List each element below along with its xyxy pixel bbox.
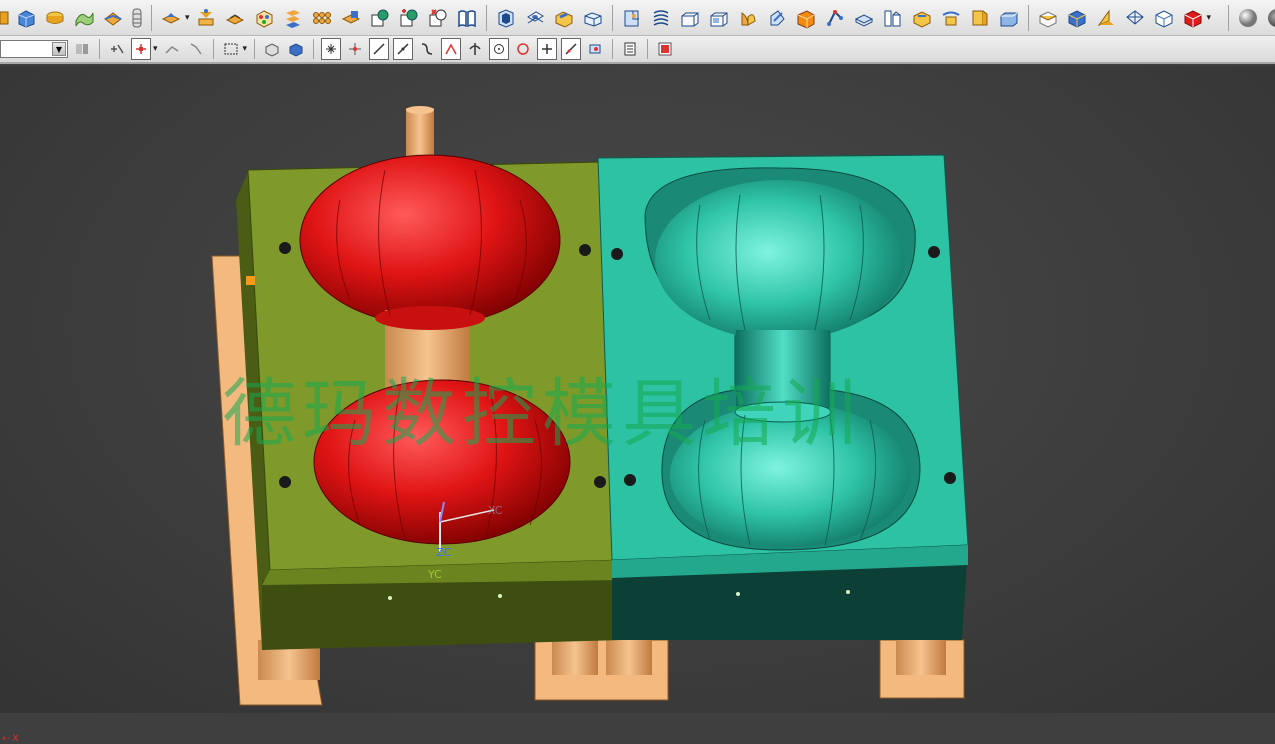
mirror-icon[interactable] bbox=[251, 5, 277, 31]
boss-icon[interactable] bbox=[580, 5, 606, 31]
intersection-icon[interactable] bbox=[465, 38, 485, 60]
pattern-icon[interactable] bbox=[222, 5, 248, 31]
view-icon[interactable] bbox=[1151, 5, 1177, 31]
select-box-icon[interactable] bbox=[221, 38, 241, 60]
cylinder-icon[interactable] bbox=[42, 5, 68, 31]
extrude-icon[interactable] bbox=[158, 5, 184, 31]
toolbar-separator bbox=[485, 4, 487, 31]
toolbar-separator bbox=[611, 4, 613, 31]
mold-assembly-model[interactable] bbox=[0, 66, 1275, 713]
trim-icon[interactable] bbox=[338, 5, 364, 31]
toolbar-separator bbox=[612, 39, 614, 59]
face-icon[interactable] bbox=[186, 38, 206, 60]
point-icon[interactable] bbox=[131, 38, 151, 60]
hole-icon[interactable] bbox=[522, 5, 548, 31]
pad-icon[interactable] bbox=[648, 5, 674, 31]
endpoint-icon[interactable] bbox=[321, 38, 342, 60]
yc-label: YC bbox=[428, 568, 442, 581]
filter-icon[interactable] bbox=[72, 38, 92, 60]
edge-blend-icon[interactable] bbox=[735, 5, 761, 31]
wedge-icon[interactable] bbox=[967, 5, 993, 31]
unite-icon[interactable] bbox=[367, 5, 393, 31]
chevron-down-icon[interactable]: ▾ bbox=[185, 13, 190, 23]
chamfer-icon[interactable] bbox=[764, 5, 790, 31]
selection-toolbar: ▼ ▾ ▾ bbox=[0, 36, 1275, 64]
toolbar-separator bbox=[151, 4, 152, 31]
wrap-icon[interactable] bbox=[851, 5, 877, 31]
box-icon[interactable] bbox=[938, 5, 964, 31]
material-icon[interactable] bbox=[1122, 5, 1148, 31]
plus-icon[interactable] bbox=[537, 38, 558, 60]
feature-icon[interactable] bbox=[0, 5, 10, 31]
scale-icon[interactable] bbox=[822, 5, 848, 31]
color-icon[interactable] bbox=[585, 38, 605, 60]
chevron-down-icon[interactable]: ▾ bbox=[153, 44, 158, 54]
pocket-icon[interactable] bbox=[619, 5, 645, 31]
toolbar-separator bbox=[99, 39, 100, 59]
xc-label: XC bbox=[488, 504, 503, 517]
patch-icon[interactable] bbox=[996, 5, 1022, 31]
toolbar-separator bbox=[1027, 4, 1029, 31]
groove-icon[interactable] bbox=[677, 5, 703, 31]
sew-icon[interactable] bbox=[100, 5, 126, 31]
toolbar-separator bbox=[313, 39, 315, 59]
body-icon[interactable] bbox=[262, 38, 282, 60]
solid-icon[interactable] bbox=[286, 38, 306, 60]
split-icon[interactable] bbox=[880, 5, 906, 31]
line-icon[interactable] bbox=[369, 38, 390, 60]
arc-icon[interactable] bbox=[393, 38, 414, 60]
offset-icon[interactable] bbox=[309, 5, 335, 31]
x-axis-letter: X bbox=[12, 734, 19, 744]
array-icon[interactable] bbox=[280, 5, 306, 31]
triad-axes bbox=[439, 501, 494, 552]
toolbar-separator bbox=[647, 39, 649, 59]
quadrant-icon[interactable] bbox=[417, 38, 437, 60]
slot-icon[interactable] bbox=[551, 5, 577, 31]
center-icon[interactable] bbox=[441, 38, 462, 60]
sphere-shade-icon[interactable] bbox=[1235, 5, 1261, 31]
shaded-icon[interactable] bbox=[1035, 5, 1061, 31]
subtract-icon[interactable] bbox=[396, 5, 422, 31]
curve-icon[interactable] bbox=[162, 38, 182, 60]
block-icon[interactable] bbox=[13, 5, 39, 31]
main-toolbar: ▾ ▾ ▾ bbox=[0, 0, 1275, 36]
shell-icon[interactable] bbox=[493, 5, 519, 31]
toolbar-separator bbox=[254, 39, 256, 59]
type-filter-dropdown[interactable]: ▼ bbox=[0, 40, 68, 58]
revolve-icon[interactable] bbox=[193, 5, 219, 31]
chevron-down-icon[interactable]: ▾ bbox=[1207, 13, 1212, 23]
layer-icon[interactable] bbox=[620, 38, 640, 60]
sphere-icon[interactable] bbox=[909, 5, 935, 31]
stop-icon[interactable] bbox=[655, 38, 675, 60]
render-icon[interactable] bbox=[1093, 5, 1119, 31]
x-axis-label: ⇠ X bbox=[2, 734, 19, 744]
graphics-viewport[interactable]: 德玛数控模具培训 ZC YC XC ⇠ X bbox=[0, 66, 1275, 744]
display-icon[interactable] bbox=[1180, 5, 1206, 31]
doorway-icon[interactable] bbox=[454, 5, 480, 31]
handle-marker[interactable] bbox=[246, 276, 255, 285]
tube-icon[interactable] bbox=[129, 5, 145, 31]
draft-icon[interactable] bbox=[706, 5, 732, 31]
chevron-down-icon[interactable]: ▼ bbox=[52, 42, 66, 56]
toolbar-separator bbox=[212, 39, 214, 59]
circle-point-icon[interactable] bbox=[513, 38, 533, 60]
zc-label: ZC bbox=[436, 546, 452, 559]
wireframe-icon[interactable] bbox=[1064, 5, 1090, 31]
toolbar-separator bbox=[1228, 4, 1230, 31]
tangent-icon[interactable] bbox=[489, 38, 510, 60]
sphere-studio-icon[interactable] bbox=[1264, 5, 1275, 31]
diagonal-icon[interactable] bbox=[561, 38, 582, 60]
midpoint-icon[interactable] bbox=[345, 38, 365, 60]
book-icon[interactable] bbox=[425, 5, 451, 31]
snap-icon[interactable] bbox=[107, 38, 127, 60]
thicken-icon[interactable] bbox=[793, 5, 819, 31]
surface-icon[interactable] bbox=[71, 5, 97, 31]
chevron-down-icon[interactable]: ▾ bbox=[243, 44, 248, 54]
